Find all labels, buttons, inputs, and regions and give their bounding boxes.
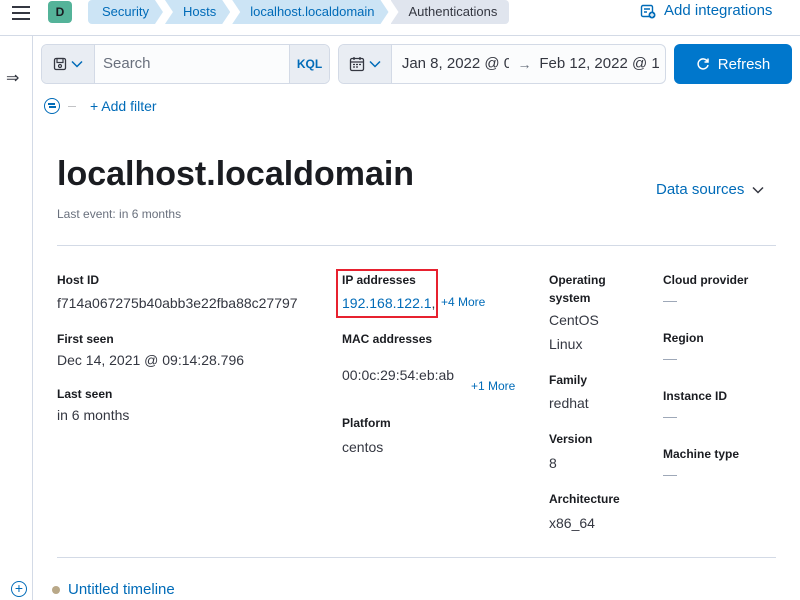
os-value-line1: CentOS bbox=[549, 312, 599, 328]
add-filter-button[interactable]: + Add filter bbox=[90, 98, 157, 114]
top-header: D Security Hosts localhost.localdomain A… bbox=[0, 0, 800, 36]
save-icon bbox=[53, 57, 67, 71]
version-value: 8 bbox=[549, 455, 557, 471]
filter-divider bbox=[68, 105, 76, 107]
add-integrations-link[interactable]: Add integrations bbox=[640, 2, 772, 19]
version-label: Version bbox=[549, 432, 593, 446]
space-avatar[interactable]: D bbox=[48, 1, 72, 23]
host-id-value: f714a067275b40abb3e22fba88c27797 bbox=[57, 295, 298, 311]
breadcrumb-host[interactable]: localhost.localdomain bbox=[232, 0, 388, 24]
machine-type-label: Machine type bbox=[663, 447, 740, 461]
ip-address-entry: 192.168.122.1, bbox=[342, 295, 436, 311]
machine-type-value: — bbox=[663, 466, 677, 482]
dock-navigation-icon[interactable]: ⇒ bbox=[6, 68, 19, 88]
architecture-label: Architecture bbox=[549, 492, 620, 506]
platform-label: Platform bbox=[342, 416, 391, 430]
last-seen-value: in 6 months bbox=[57, 407, 130, 423]
host-id-label: Host ID bbox=[57, 273, 99, 287]
ip-addresses-label: IP addresses bbox=[342, 273, 416, 287]
family-label: Family bbox=[549, 373, 588, 387]
region-label: Region bbox=[663, 331, 704, 345]
filter-menu-icon[interactable] bbox=[44, 98, 60, 114]
platform-value: centos bbox=[342, 439, 384, 455]
last-seen-label: Last seen bbox=[57, 387, 113, 401]
refresh-icon bbox=[697, 58, 709, 70]
mac-more-link[interactable]: +1 More bbox=[471, 379, 515, 393]
refresh-label: Refresh bbox=[717, 55, 771, 73]
add-integrations-label: Add integrations bbox=[664, 2, 773, 19]
ip-address-link[interactable]: 192.168.122.1 bbox=[342, 295, 432, 311]
timeline-status-dot bbox=[52, 586, 60, 594]
cloud-provider-label: Cloud provider bbox=[663, 273, 749, 287]
timeline-title-link[interactable]: Untitled timeline bbox=[68, 581, 175, 598]
quick-menu-button[interactable] bbox=[339, 45, 392, 83]
ip-more-link[interactable]: +4 More bbox=[441, 295, 485, 309]
menu-icon[interactable] bbox=[12, 6, 30, 20]
saved-query-button[interactable] bbox=[42, 45, 95, 83]
divider bbox=[57, 245, 776, 246]
kql-toggle-button[interactable]: KQL bbox=[289, 45, 329, 83]
chevron-down-icon bbox=[752, 186, 764, 194]
os-label-line2: system bbox=[549, 291, 591, 305]
mac-address-value: 00:0c:29:54:eb:ab bbox=[342, 367, 455, 383]
add-integration-icon bbox=[640, 4, 656, 18]
last-event-text: Last event: in 6 months bbox=[57, 207, 182, 221]
add-timeline-icon[interactable]: + bbox=[11, 581, 27, 597]
filter-row: + Add filter bbox=[44, 94, 157, 118]
region-value: — bbox=[663, 350, 677, 366]
breadcrumb: Security Hosts localhost.localdomain Aut… bbox=[88, 0, 511, 24]
left-rail: ⇒ bbox=[0, 36, 33, 600]
page-title: localhost.localdomain bbox=[57, 155, 415, 193]
first-seen-value: Dec 14, 2021 @ 09:14:28.796 bbox=[57, 352, 245, 368]
breadcrumb-authentications: Authentications bbox=[390, 0, 510, 24]
start-date[interactable]: Jan 8, 2022 @ 0 bbox=[392, 45, 510, 83]
breadcrumb-hosts[interactable]: Hosts bbox=[165, 0, 230, 24]
data-sources-label: Data sources bbox=[656, 181, 745, 198]
timeline-bar: + Untitled timeline bbox=[0, 574, 800, 600]
end-date[interactable]: Feb 12, 2022 @ 1 bbox=[539, 45, 665, 83]
refresh-button[interactable]: Refresh bbox=[674, 44, 792, 84]
cloud-provider-value: — bbox=[663, 292, 677, 308]
date-picker: Jan 8, 2022 @ 0 → Feb 12, 2022 @ 1 bbox=[338, 44, 666, 84]
os-label-line1: Operating bbox=[549, 273, 606, 287]
first-seen-label: First seen bbox=[57, 332, 114, 346]
architecture-value: x86_64 bbox=[549, 515, 595, 531]
family-value: redhat bbox=[549, 395, 589, 411]
query-bar: Search KQL bbox=[41, 44, 330, 84]
instance-id-value: — bbox=[663, 408, 677, 424]
mac-addresses-label: MAC addresses bbox=[342, 332, 433, 346]
os-value-line2: Linux bbox=[549, 336, 583, 352]
arrow-right-icon: → bbox=[517, 56, 532, 72]
divider bbox=[57, 557, 776, 558]
breadcrumb-security[interactable]: Security bbox=[88, 0, 163, 24]
calendar-icon bbox=[349, 57, 365, 72]
chevron-down-icon bbox=[71, 60, 83, 68]
chevron-down-icon bbox=[369, 60, 381, 68]
data-sources-dropdown[interactable]: Data sources bbox=[656, 181, 764, 198]
instance-id-label: Instance ID bbox=[663, 389, 728, 403]
search-input[interactable]: Search bbox=[95, 45, 289, 83]
